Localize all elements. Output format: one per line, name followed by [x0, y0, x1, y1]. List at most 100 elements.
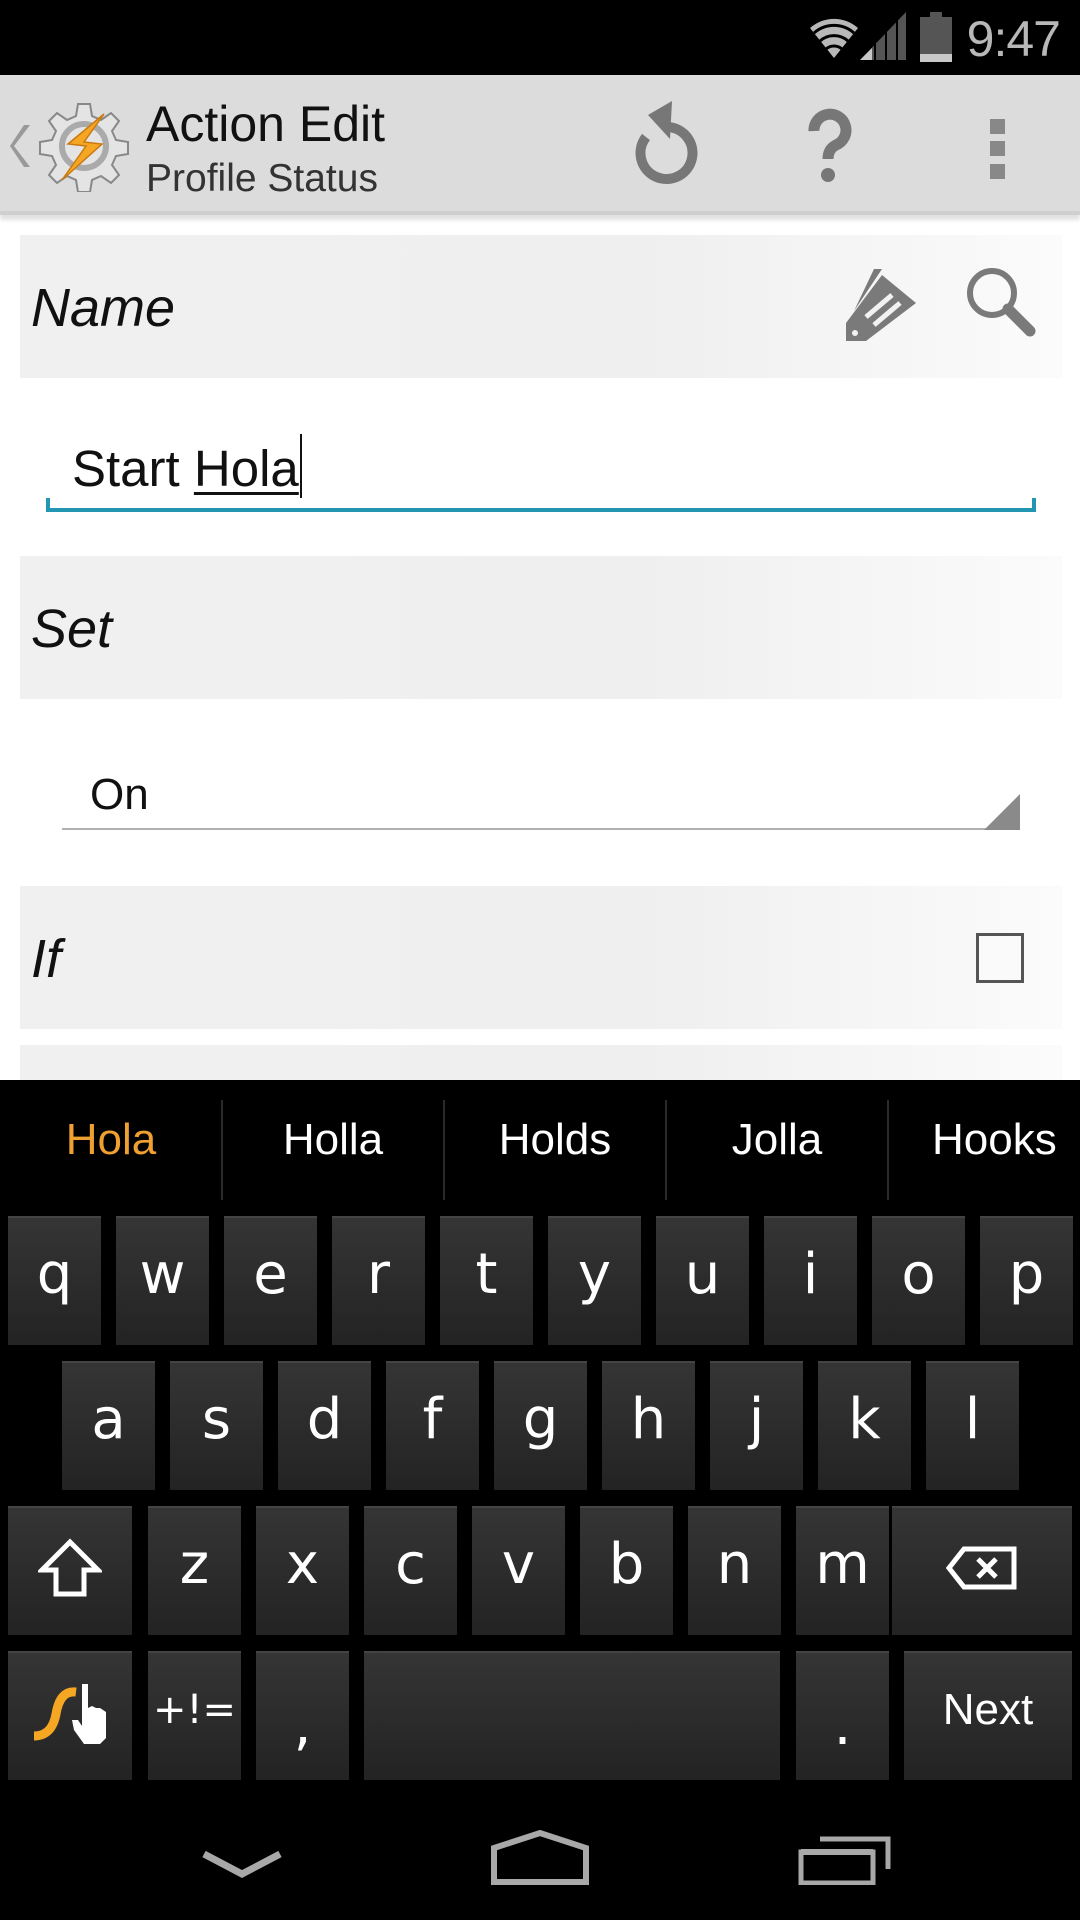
key-x-label: x	[285, 1532, 320, 1597]
key-r[interactable]: r	[332, 1216, 425, 1345]
space-key[interactable]	[364, 1651, 780, 1780]
key-u[interactable]: u	[656, 1216, 749, 1345]
period-key-label: .	[833, 1693, 852, 1758]
tag-edit-icon[interactable]	[840, 265, 920, 345]
key-a[interactable]: a	[62, 1361, 155, 1490]
swype-icon	[33, 1683, 106, 1744]
next-section-header	[20, 1045, 1062, 1080]
undo-icon	[635, 101, 698, 184]
key-t[interactable]: t	[440, 1216, 533, 1345]
key-p-label: p	[1008, 1242, 1045, 1307]
suggestion-2[interactable]: Holds	[444, 1080, 666, 1200]
key-q[interactable]: q	[8, 1216, 101, 1345]
set-section-header: Set	[20, 556, 1062, 699]
status-bar: 9:47	[0, 0, 1080, 75]
set-label: Set	[31, 599, 113, 659]
key-i[interactable]: i	[764, 1216, 857, 1345]
key-w-label: w	[139, 1242, 186, 1307]
key-o-label: o	[901, 1242, 936, 1307]
search-icon[interactable]	[960, 263, 1040, 343]
key-h[interactable]: h	[602, 1361, 695, 1490]
if-section-header: If	[20, 886, 1062, 1029]
key-e[interactable]: e	[224, 1216, 317, 1345]
name-label: Name	[31, 278, 176, 338]
set-spinner[interactable]: On	[62, 760, 1020, 830]
key-x[interactable]: x	[256, 1506, 349, 1635]
key-j[interactable]: j	[710, 1361, 803, 1490]
key-c[interactable]: c	[364, 1506, 457, 1635]
shift-key-label	[8, 1506, 132, 1624]
key-a-label: a	[91, 1387, 126, 1452]
suggestion-divider	[443, 1100, 445, 1200]
status-time: 9:47	[966, 11, 1061, 67]
next-key[interactable]: Next	[904, 1651, 1072, 1780]
key-y[interactable]: y	[548, 1216, 641, 1345]
backspace-key-label	[892, 1506, 1072, 1624]
name-input-composing: Hola	[193, 440, 299, 497]
back-chevron-icon[interactable]	[10, 123, 32, 169]
spinner-underline	[62, 828, 1020, 830]
comma-key[interactable]: ,	[256, 1651, 349, 1780]
period-key[interactable]: .	[796, 1651, 889, 1780]
suggestion-divider	[665, 1100, 667, 1200]
key-v[interactable]: v	[472, 1506, 565, 1635]
help-button[interactable]	[780, 97, 880, 193]
hide-keyboard-icon[interactable]	[200, 1850, 284, 1880]
undo-button[interactable]	[612, 97, 712, 193]
key-o[interactable]: o	[872, 1216, 965, 1345]
key-m[interactable]: m	[796, 1506, 889, 1635]
symbols-key[interactable]: +!=	[148, 1651, 241, 1780]
key-q-label: q	[36, 1242, 73, 1307]
swype-key-label	[8, 1651, 132, 1769]
backspace-key[interactable]	[892, 1506, 1072, 1635]
key-m-label: m	[815, 1532, 870, 1597]
overflow-menu-button[interactable]	[948, 97, 1048, 193]
suggestion-3[interactable]: Jolla	[666, 1080, 888, 1200]
key-n-label: n	[716, 1532, 753, 1597]
key-z[interactable]: z	[148, 1506, 241, 1635]
key-z-label: z	[179, 1532, 210, 1597]
set-spinner-value: On	[90, 770, 149, 819]
key-i-label: i	[802, 1242, 819, 1307]
suggestion-divider	[221, 1100, 223, 1200]
key-f[interactable]: f	[386, 1361, 479, 1490]
key-k[interactable]: k	[818, 1361, 911, 1490]
page-subtitle: Profile Status	[146, 157, 378, 200]
key-l-label: l	[964, 1387, 981, 1452]
key-t-label: t	[475, 1242, 498, 1307]
name-input[interactable]: Start Hola	[46, 420, 1036, 512]
tasker-gear-bolt-icon[interactable]	[38, 100, 130, 192]
name-section-header: Name	[20, 235, 1062, 378]
swype-key[interactable]	[8, 1651, 132, 1780]
battery-icon	[920, 12, 952, 62]
key-n[interactable]: n	[688, 1506, 781, 1635]
key-w[interactable]: w	[116, 1216, 209, 1345]
soft-keyboard: Hola Holla Holds Jolla Hooks q w e r t y u i o p a s d f g…	[0, 1080, 1080, 1780]
key-f-label: f	[422, 1387, 443, 1452]
key-b-label: b	[608, 1532, 645, 1597]
key-s[interactable]: s	[170, 1361, 263, 1490]
name-input-value: Start Hola	[72, 434, 302, 498]
recents-icon[interactable]	[798, 1835, 892, 1885]
key-j-label: j	[748, 1387, 765, 1452]
suggestion-1[interactable]: Holla	[222, 1080, 444, 1200]
backspace-icon	[945, 1546, 1017, 1590]
name-input-underline	[46, 498, 1036, 512]
key-d[interactable]: d	[278, 1361, 371, 1490]
key-b[interactable]: b	[580, 1506, 673, 1635]
home-icon[interactable]	[490, 1830, 590, 1886]
symbols-key-label: +!=	[152, 1687, 237, 1733]
cell-signal-icon	[860, 12, 906, 60]
suggestion-4[interactable]: Hooks	[888, 1080, 1080, 1200]
key-e-label: e	[253, 1242, 288, 1307]
suggestion-0[interactable]: Hola	[0, 1080, 222, 1200]
key-p[interactable]: p	[980, 1216, 1073, 1345]
key-g-label: g	[522, 1387, 559, 1452]
overflow-menu-icon	[990, 119, 1005, 179]
if-checkbox[interactable]	[976, 933, 1024, 983]
page-title: Action Edit	[146, 96, 386, 152]
key-h-label: h	[630, 1387, 667, 1452]
key-g[interactable]: g	[494, 1361, 587, 1490]
shift-key[interactable]	[8, 1506, 132, 1635]
key-l[interactable]: l	[926, 1361, 1019, 1490]
